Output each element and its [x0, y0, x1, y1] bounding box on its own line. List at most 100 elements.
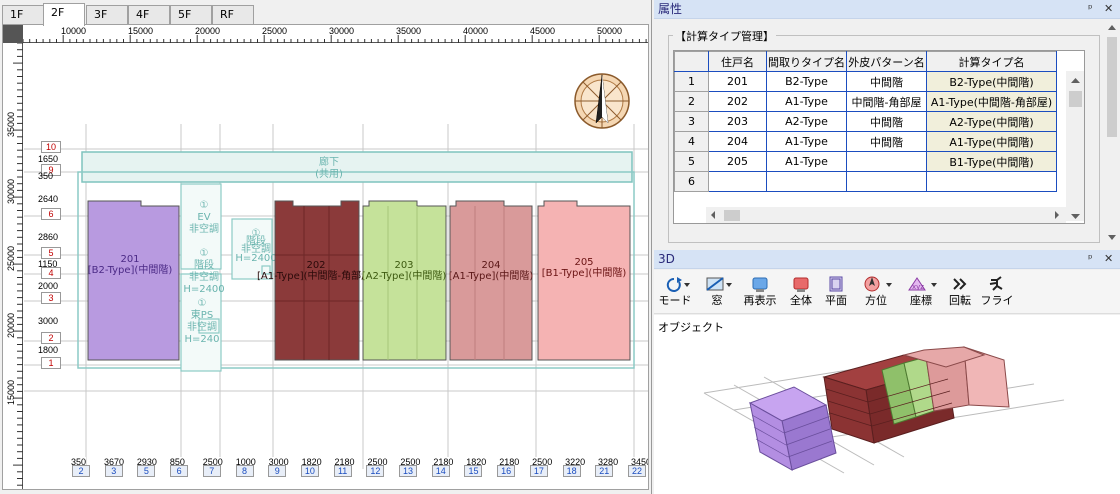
pin-icon[interactable]: ᵖ: [1088, 0, 1093, 18]
tab-4f[interactable]: 4F: [128, 5, 170, 25]
grid-scroll-down-icon[interactable]: [1071, 214, 1080, 219]
calc-type-table[interactable]: 住戸名 間取りタイプ名 外皮パターン名 計算タイプ名 1 201 B2-Type 中間…: [674, 51, 1057, 192]
grid-axis-badge[interactable]: 10: [300, 465, 319, 477]
grid-axis-badge[interactable]: 8: [235, 465, 254, 477]
tab-5f[interactable]: 5F: [170, 5, 212, 25]
column-header[interactable]: 間取りタイプ名: [766, 51, 847, 72]
grid-axis-badge[interactable]: 18: [562, 465, 581, 477]
grid-axis-badge[interactable]: 17: [529, 465, 548, 477]
redisplay-button[interactable]: 再表示: [740, 274, 780, 312]
unit-205[interactable]: 205 [B1-Type](中間階): [537, 200, 631, 361]
table-row[interactable]: 6: [674, 171, 1057, 192]
grid-axis-badge[interactable]: 12: [366, 465, 385, 477]
tab-1f[interactable]: 1F: [2, 5, 44, 25]
grid-axis-badge[interactable]: 1: [41, 357, 61, 369]
rotate-button[interactable]: 回転: [946, 274, 974, 312]
close-icon[interactable]: ✕: [1104, 0, 1113, 18]
grid-axis-badge[interactable]: 13: [399, 465, 418, 477]
window-button[interactable]: 窓: [700, 274, 734, 312]
unit-name-cell[interactable]: 201: [708, 71, 767, 92]
panel-vscrollbar[interactable]: [1104, 19, 1120, 245]
direction-button[interactable]: 方位: [857, 274, 895, 312]
grid-axis-badge[interactable]: 21: [595, 465, 614, 477]
row-number[interactable]: 4: [674, 131, 709, 152]
grid-axis-badge[interactable]: 9: [268, 465, 287, 477]
unit-name-cell[interactable]: 205: [708, 151, 767, 172]
fly-button[interactable]: フライ: [980, 274, 1014, 312]
grid-scroll-right-icon[interactable]: [1055, 211, 1059, 219]
plan-view-button[interactable]: 平面: [821, 274, 851, 312]
mode-button[interactable]: モード: [658, 274, 692, 312]
shell-pattern-cell[interactable]: 中間階: [846, 131, 927, 152]
tab-2f[interactable]: 2F: [43, 3, 85, 26]
shell-pattern-cell[interactable]: [846, 151, 927, 172]
unit-name-cell[interactable]: 202: [708, 91, 767, 112]
plan-canvas[interactable]: 廊下 (共用) ① EV 非空調 ① 階段 非空調 H=2400 ① 階段 非空…: [24, 44, 648, 489]
unit-name-cell[interactable]: 204: [708, 131, 767, 152]
column-header[interactable]: 住戸名: [708, 51, 767, 72]
grid-hscroll-thumb[interactable]: [724, 210, 740, 221]
row-number[interactable]: 5: [674, 151, 709, 172]
calc-type-cell[interactable]: B2-Type(中間階): [926, 71, 1057, 92]
grid-axis-badge[interactable]: 2: [72, 465, 90, 477]
shell-pattern-cell[interactable]: 中間階: [846, 71, 927, 92]
grid-scroll-left-icon[interactable]: [711, 211, 715, 219]
unit-name-cell[interactable]: 203: [708, 111, 767, 132]
shell-pattern-cell[interactable]: 中間階: [846, 111, 927, 132]
grid-axis-badge[interactable]: 15: [464, 465, 483, 477]
layout-type-cell[interactable]: A1-Type: [766, 91, 847, 112]
table-row[interactable]: 4 204 A1-Type 中間階 A1-Type(中間階): [674, 131, 1057, 152]
unit-202[interactable]: 202 [A1-Type](中間階-角部屋): [257, 200, 375, 361]
grid-scroll-up-icon[interactable]: [1071, 78, 1080, 83]
grid-axis-badge[interactable]: 7: [202, 465, 221, 477]
panel-vscroll-thumb[interactable]: [1107, 37, 1117, 137]
grid-axis-badge[interactable]: 22: [628, 465, 646, 477]
layout-type-cell[interactable]: A1-Type: [766, 151, 847, 172]
table-row[interactable]: 1 201 B2-Type 中間階 B2-Type(中間階): [674, 71, 1057, 92]
row-number[interactable]: 2: [674, 91, 709, 112]
view3d-canvas[interactable]: オブジェクト: [654, 315, 1120, 494]
row-number[interactable]: 6: [674, 171, 709, 192]
grid-axis-badge[interactable]: 14: [431, 465, 450, 477]
grid-vscroll-thumb[interactable]: [1069, 91, 1082, 107]
unit-204[interactable]: 204 [A1-Type](中間階): [449, 200, 534, 361]
close-icon[interactable]: ✕: [1104, 250, 1113, 268]
table-row[interactable]: 2 202 A1-Type 中間階-角部屋 A1-Type(中間階-角部屋): [674, 91, 1057, 112]
calc-type-cell[interactable]: A2-Type(中間階): [926, 111, 1057, 132]
unit-201[interactable]: 201 [B2-Type](中間階): [87, 200, 180, 361]
shell-pattern-cell[interactable]: 中間階-角部屋: [846, 91, 927, 112]
tab-rf[interactable]: RF: [212, 5, 254, 25]
grid-axis-badge[interactable]: 16: [497, 465, 516, 477]
layout-type-cell[interactable]: A2-Type: [766, 111, 847, 132]
calc-type-cell[interactable]: A1-Type(中間階): [926, 131, 1057, 152]
compass-icon[interactable]: [574, 73, 630, 129]
column-header[interactable]: 計算タイプ名: [926, 51, 1057, 72]
grid-axis-badge[interactable]: 2: [41, 332, 61, 344]
unit-203[interactable]: 203 [A2-Type](中間階): [362, 200, 447, 361]
calc-type-grid[interactable]: 住戸名 間取りタイプ名 外皮パターン名 計算タイプ名 1 201 B2-Type 中間…: [673, 50, 1085, 224]
grid-axis-badge[interactable]: 11: [333, 465, 352, 477]
table-row[interactable]: 3 203 A2-Type 中間階 A2-Type(中間階): [674, 111, 1057, 132]
grid-axis-badge[interactable]: 6: [170, 465, 189, 477]
column-header[interactable]: 外皮パターン名: [846, 51, 927, 72]
unit-name-cell[interactable]: [708, 171, 767, 192]
calc-type-cell[interactable]: B1-Type(中間階): [926, 151, 1057, 172]
grid-axis-badge[interactable]: 5: [137, 465, 156, 477]
pin-icon[interactable]: ᵖ: [1088, 250, 1093, 268]
grid-axis-badge[interactable]: 3: [41, 292, 61, 304]
coordinate-button[interactable]: xyz 座標: [901, 274, 941, 312]
layout-type-cell[interactable]: [766, 171, 847, 192]
fit-all-button[interactable]: 全体: [786, 274, 816, 312]
layout-type-cell[interactable]: A1-Type: [766, 131, 847, 152]
grid-axis-badge[interactable]: 10: [41, 141, 61, 153]
row-number[interactable]: 1: [674, 71, 709, 92]
row-number[interactable]: 3: [674, 111, 709, 132]
grid-axis-badge[interactable]: 3: [104, 465, 123, 477]
shell-pattern-cell[interactable]: [846, 171, 927, 192]
calc-type-cell[interactable]: [926, 171, 1057, 192]
grid-axis-badge[interactable]: 6: [41, 208, 61, 220]
layout-type-cell[interactable]: B2-Type: [766, 71, 847, 92]
tab-3f[interactable]: 3F: [86, 5, 128, 25]
grid-axis-badge[interactable]: 5: [41, 247, 61, 259]
table-row[interactable]: 5 205 A1-Type B1-Type(中間階): [674, 151, 1057, 172]
